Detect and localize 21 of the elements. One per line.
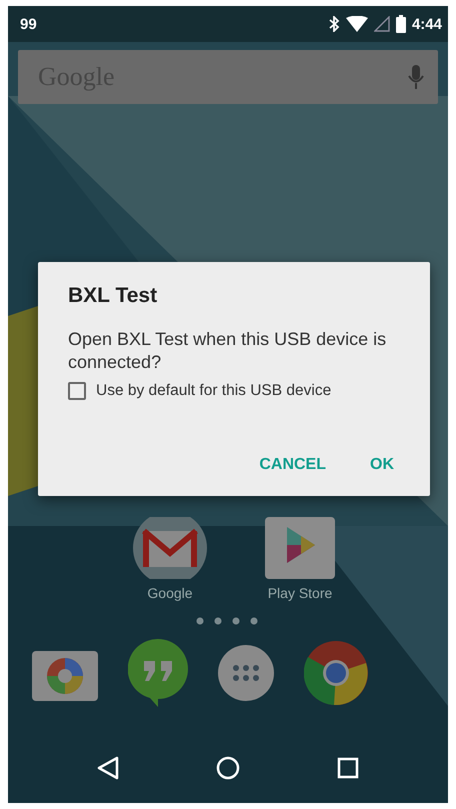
quote-bubble-icon[interactable] [128, 639, 188, 707]
checkbox[interactable] [68, 382, 86, 400]
dialog-title: BXL Test [68, 284, 158, 308]
app-label[interactable]: Play Store [268, 585, 332, 601]
chrome-icon[interactable] [304, 641, 368, 705]
cell-signal-icon [374, 16, 390, 32]
home-icon[interactable] [216, 756, 240, 780]
back-icon[interactable] [96, 756, 119, 780]
dialog-message: Open BXL Test when this USB device is connected? [68, 328, 388, 374]
app-label[interactable]: Google [147, 585, 193, 601]
bluetooth-icon [328, 16, 340, 32]
recent-apps-icon[interactable] [337, 757, 360, 779]
notification-count: 99 [20, 16, 37, 32]
microphone-icon[interactable] [408, 65, 424, 89]
clock-time: 4:44 [412, 16, 442, 32]
envelope-icon[interactable] [132, 517, 208, 579]
checkbox-label[interactable]: Use by default for this USB device [96, 382, 332, 400]
wifi-icon [346, 16, 368, 32]
page-indicator-icon [196, 617, 260, 625]
app-grid-icon[interactable] [218, 645, 274, 701]
battery-icon [396, 15, 406, 33]
